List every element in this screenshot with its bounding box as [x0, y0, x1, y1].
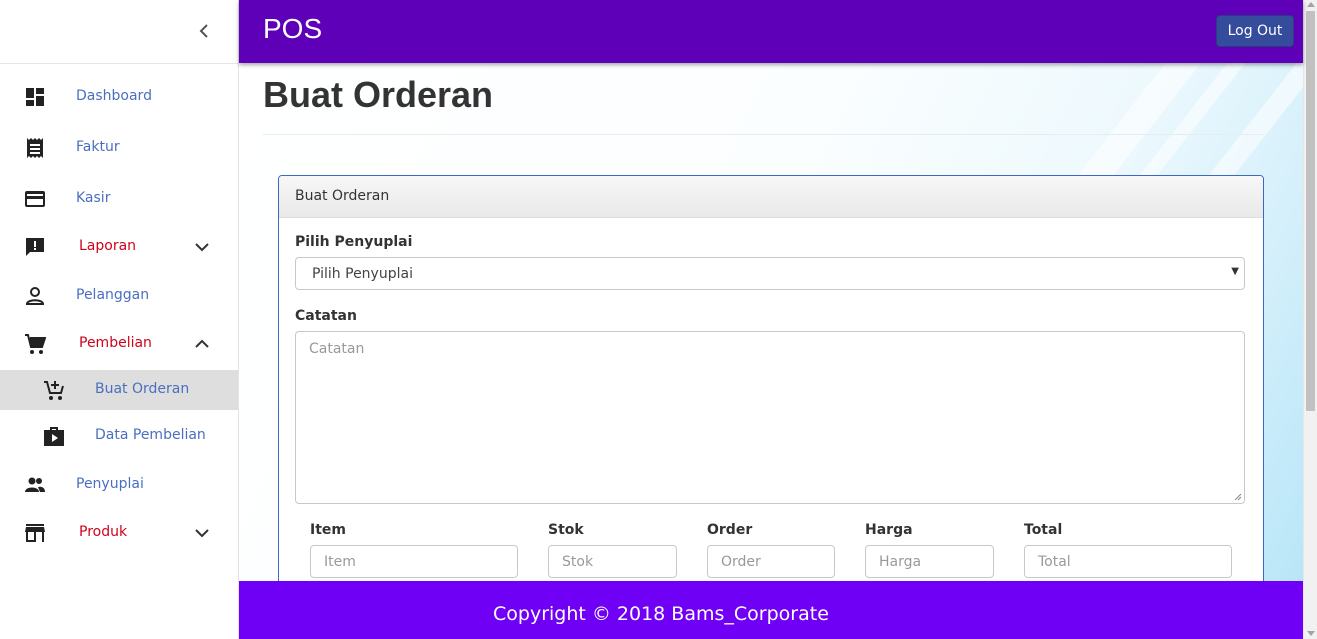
- divider: [263, 134, 1265, 135]
- vertical-scrollbar[interactable]: [1303, 0, 1317, 639]
- resize-grip-icon[interactable]: [1234, 493, 1242, 501]
- footer: Copyright © 2018 Bams_Corporate: [239, 581, 1303, 639]
- order-column-label: Order: [707, 522, 753, 538]
- sidebar-item-label: Penyuplai: [76, 476, 144, 492]
- sidebar-item-produk[interactable]: Produk: [0, 513, 238, 553]
- sidebar-item-label: Pembelian: [79, 335, 152, 351]
- brand-title[interactable]: POS: [263, 13, 322, 45]
- sidebar-item-data-pembelian[interactable]: Data Pembelian: [0, 416, 238, 456]
- total-placeholder: Total: [1038, 554, 1071, 570]
- logout-button[interactable]: Log Out: [1216, 15, 1294, 47]
- supplier-select[interactable]: Pilih Penyuplai ▼: [295, 257, 1245, 290]
- scroll-up-arrow-icon[interactable]: [1307, 2, 1315, 7]
- supplier-select-value: Pilih Penyuplai: [312, 266, 413, 282]
- sidebar-item-label: Laporan: [79, 238, 137, 254]
- sidebar: Dashboard Faktur Kasir Laporan Pelanggan: [0, 0, 239, 639]
- sidebar-item-dashboard[interactable]: Dashboard: [0, 77, 238, 117]
- sidebar-item-kasir[interactable]: Kasir: [0, 179, 238, 219]
- sidebar-item-label: Buat Orderan: [95, 381, 190, 397]
- panel-heading: Buat Orderan: [279, 176, 1263, 218]
- notes-label: Catatan: [295, 308, 357, 324]
- total-column-label: Total: [1024, 522, 1063, 538]
- store-icon: [25, 524, 45, 542]
- sidebar-item-label: Kasir: [76, 190, 111, 206]
- total-input[interactable]: Total: [1024, 545, 1232, 578]
- receipt-icon: [27, 138, 43, 158]
- report-icon: [26, 238, 44, 256]
- sidebar-item-label: Produk: [79, 524, 128, 540]
- credit-card-icon: [25, 191, 45, 207]
- item-placeholder: Item: [324, 554, 356, 570]
- sidebar-item-buat-orderan[interactable]: Buat Orderan: [0, 370, 238, 410]
- scroll-down-arrow-icon[interactable]: [1307, 631, 1315, 636]
- item-column-label: Item: [310, 522, 346, 538]
- dashboard-icon: [26, 88, 44, 106]
- notes-textarea[interactable]: Catatan: [295, 331, 1245, 504]
- chevron-down-icon[interactable]: [193, 525, 211, 541]
- order-placeholder: Order: [721, 554, 761, 570]
- sidebar-item-label: Faktur: [76, 139, 120, 155]
- harga-column-label: Harga: [865, 522, 913, 538]
- scrollbar-thumb[interactable]: [1306, 11, 1315, 411]
- sidebar-item-penyuplai[interactable]: Penyuplai: [0, 465, 238, 505]
- item-input[interactable]: Item: [310, 545, 518, 578]
- main-content: Buat Orderan Buat Orderan Pilih Penyupla…: [239, 63, 1303, 581]
- stok-input[interactable]: Stok: [548, 545, 677, 578]
- sidebar-item-laporan[interactable]: Laporan: [0, 227, 238, 267]
- copyright-text: Copyright © 2018 Bams_Corporate: [493, 603, 829, 625]
- notes-placeholder: Catatan: [309, 341, 365, 357]
- stok-placeholder: Stok: [562, 554, 594, 570]
- shop-bag-icon: [44, 427, 64, 446]
- sidebar-item-label: Dashboard: [76, 88, 152, 104]
- stok-column-label: Stok: [548, 522, 584, 538]
- page-title: Buat Orderan: [263, 74, 494, 115]
- sidebar-item-label: Pelanggan: [76, 287, 150, 303]
- order-input[interactable]: Order: [707, 545, 835, 578]
- people-icon: [25, 477, 45, 492]
- person-icon: [25, 287, 45, 305]
- sidebar-item-pelanggan[interactable]: Pelanggan: [0, 276, 238, 316]
- top-navbar: POS Log Out: [239, 0, 1303, 63]
- harga-placeholder: Harga: [879, 554, 922, 570]
- supplier-label: Pilih Penyuplai: [295, 234, 413, 250]
- add-cart-icon: [44, 381, 64, 400]
- caret-down-icon: ▼: [1231, 266, 1239, 277]
- order-form-panel: Buat Orderan Pilih Penyuplai Pilih Penyu…: [278, 175, 1264, 581]
- sidebar-item-label: Data Pembelian: [95, 427, 206, 443]
- sidebar-item-faktur[interactable]: Faktur: [0, 128, 238, 168]
- chevron-down-icon[interactable]: [193, 239, 211, 255]
- harga-input[interactable]: Harga: [865, 545, 994, 578]
- chevron-left-icon[interactable]: [196, 22, 212, 40]
- sidebar-item-pembelian[interactable]: Pembelian: [0, 324, 238, 364]
- sidebar-header: [0, 0, 238, 64]
- shopping-cart-icon: [25, 334, 46, 354]
- chevron-up-icon[interactable]: [193, 336, 211, 352]
